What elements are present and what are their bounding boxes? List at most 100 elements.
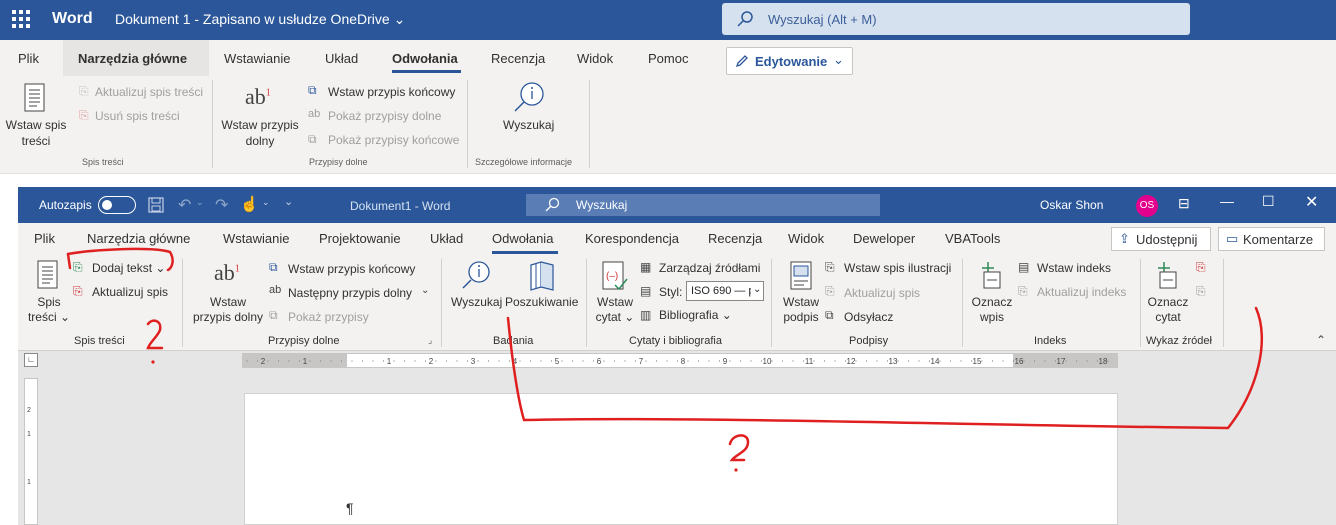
toc-button[interactable]: Spis treści ⌄ <box>23 295 75 325</box>
tab-layout[interactable]: Układ <box>430 231 463 246</box>
insert-tof-button[interactable]: Wstaw spis ilustracji <box>844 261 951 275</box>
tab-layout[interactable]: Układ <box>325 51 358 66</box>
tab-review[interactable]: Recenzja <box>708 231 762 246</box>
add-text-button[interactable]: Dodaj tekst ⌄ <box>92 261 165 275</box>
insert-toa-icon[interactable]: ⎘ <box>1196 260 1206 275</box>
collapse-ribbon-icon[interactable]: ⌃ <box>1316 333 1326 347</box>
app-launcher-icon[interactable] <box>12 10 30 28</box>
insert-footnote-button[interactable]: Wstaw przypis dolny <box>190 295 266 325</box>
bibliography-button[interactable]: Bibliografia ⌄ <box>659 308 732 322</box>
group-separator <box>771 259 772 347</box>
mark-citation-icon <box>1158 262 1177 289</box>
tab-home[interactable]: Narzędzia główne <box>87 231 190 246</box>
insert-endnote-button[interactable]: Wstaw przypis końcowy <box>328 85 455 99</box>
share-icon: ⇪ <box>1119 231 1130 246</box>
next-footnote-icon: ab <box>269 284 282 296</box>
next-footnote-button[interactable]: Następny przypis dolny <box>288 286 412 300</box>
mark-citation-label-2: cytat <box>1155 310 1181 324</box>
comments-button[interactable]: ▭ Komentarze <box>1218 227 1325 251</box>
insert-footnote-button[interactable]: Wstaw przypis dolny <box>218 117 302 149</box>
chevron-down-icon[interactable]: ⌄ <box>196 197 204 208</box>
comment-icon: ▭ <box>1226 231 1239 246</box>
mark-citation-label-1: Oznacz <box>1147 295 1189 309</box>
endnote-icon: ⧉ <box>308 83 317 97</box>
tab-review[interactable]: Recenzja <box>491 51 545 66</box>
show-notes-icon: ⧉ <box>269 308 278 322</box>
chevron-down-icon[interactable]: ⌄ <box>421 285 429 296</box>
maximize-icon[interactable]: ☐ <box>1262 193 1275 210</box>
chevron-down-icon[interactable]: ⌄ <box>262 197 270 208</box>
researcher-button[interactable]: Poszukiwanie <box>505 295 578 309</box>
touch-mode-icon[interactable]: ☝ <box>240 195 259 213</box>
update-index-button[interactable]: Aktualizuj indeks <box>1037 285 1126 299</box>
tab-references[interactable]: Odwołania <box>492 231 553 246</box>
tab-developer[interactable]: Deweloper <box>853 231 915 246</box>
desktop-title-bar: Autozapis ↶ ⌄ ↷ ☝ ⌄ ⌄ Dokument1 - Word W… <box>18 187 1336 223</box>
update-toc-button[interactable]: Aktualizuj spis <box>92 285 168 299</box>
tab-view[interactable]: Widok <box>788 231 824 246</box>
desktop-search-box[interactable]: Wyszukaj <box>526 194 880 216</box>
ruler-number: 15 <box>973 357 982 366</box>
mark-entry-button[interactable]: Oznacz wpis <box>970 295 1014 325</box>
insert-caption-button[interactable]: Wstaw podpis <box>778 295 824 325</box>
tab-mailings[interactable]: Korespondencja <box>585 231 679 246</box>
chevron-down-icon: ⌄ <box>393 11 406 27</box>
tab-selector-icon[interactable]: ∟ <box>24 353 38 367</box>
citation-style-select[interactable]: ISO 690 — p ⌄ <box>686 281 764 301</box>
tab-file[interactable]: Plik <box>18 51 39 66</box>
table-of-contents-icon <box>37 260 58 289</box>
research-search-button[interactable]: Wyszukaj <box>451 295 502 309</box>
show-footnotes-button[interactable]: Pokaż przypisy dolne <box>328 109 441 123</box>
insert-toc-button[interactable]: Wstaw spis treści <box>2 117 70 149</box>
show-endnotes-button[interactable]: Pokaż przypisy końcowe <box>328 133 459 147</box>
mark-citation-button[interactable]: Oznacz cytat <box>1146 295 1190 325</box>
ruler-number: 14 <box>931 357 940 366</box>
insert-index-button[interactable]: Wstaw indeks <box>1037 261 1111 275</box>
insert-endnote-button[interactable]: Wstaw przypis końcowy <box>288 262 415 276</box>
share-button[interactable]: ⇪ Udostępnij <box>1111 227 1211 251</box>
manage-sources-button[interactable]: Zarządzaj źródłami <box>659 261 760 275</box>
editing-mode-button[interactable]: Edytowanie ⌄ <box>726 47 853 75</box>
tab-view[interactable]: Widok <box>577 51 613 66</box>
tab-help[interactable]: Pomoc <box>648 51 688 66</box>
tab-file[interactable]: Plik <box>34 231 55 246</box>
user-name[interactable]: Oskar Shon <box>1040 198 1103 212</box>
cross-reference-button[interactable]: Odsyłacz <box>844 310 893 324</box>
remove-toc-button[interactable]: Usuń spis treści <box>95 109 180 123</box>
autosave-toggle[interactable] <box>98 196 136 214</box>
document-page[interactable] <box>244 393 1118 525</box>
app-name[interactable]: Word <box>52 10 93 28</box>
ruler-number: 3 <box>471 357 476 366</box>
tab-insert[interactable]: Wstawianie <box>223 231 289 246</box>
tab-insert[interactable]: Wstawianie <box>224 51 290 66</box>
show-notes-button[interactable]: Pokaż przypisy <box>288 310 369 324</box>
vertical-ruler[interactable]: 2 1 1 <box>24 378 38 525</box>
ruler-number: 1 <box>303 357 308 366</box>
ribbon-display-options-icon[interactable]: ⊟ <box>1178 195 1190 212</box>
update-tof-button[interactable]: Aktualizuj spis <box>844 286 920 300</box>
update-toc-button[interactable]: Aktualizuj spis treści <box>95 85 203 99</box>
toc-label-2: treści <box>27 310 57 324</box>
tab-home[interactable]: Narzędzia główne <box>78 51 187 66</box>
document-title[interactable]: Dokument 1 - Zapisano w usłudze OneDrive… <box>115 11 405 28</box>
web-title-bar: Word Dokument 1 - Zapisano w usłudze One… <box>0 0 1336 40</box>
minimize-icon[interactable]: — <box>1220 193 1234 209</box>
horizontal-ruler[interactable]: 2 1 1 2 3 4 5 6 7 8 9 10 11 12 13 14 15 16 17 18 <box>242 353 1118 368</box>
redo-icon[interactable]: ↷ <box>215 195 228 215</box>
customize-qat-icon[interactable]: ⌄ <box>284 195 293 208</box>
style-icon: ▤ <box>640 284 652 298</box>
tab-references[interactable]: Odwołania <box>392 51 458 66</box>
cross-reference-icon: ⧉ <box>825 308 834 322</box>
undo-icon[interactable]: ↶ <box>178 195 191 215</box>
tab-vbatools[interactable]: VBATools <box>945 231 1000 246</box>
avatar[interactable]: OS <box>1136 195 1158 217</box>
close-icon[interactable]: ✕ <box>1305 192 1318 212</box>
research-search-button[interactable]: Wyszukaj <box>503 118 554 132</box>
update-toa-icon[interactable]: ⎘ <box>1196 284 1206 299</box>
tab-design[interactable]: Projektowanie <box>319 231 401 246</box>
insert-citation-button[interactable]: Wstaw cytat ⌄ <box>592 295 638 325</box>
search-box[interactable]: Wyszukaj (Alt + M) <box>722 3 1190 35</box>
table-of-contents-icon <box>24 83 45 112</box>
dialog-launcher-icon[interactable]: ⌟ <box>428 335 432 346</box>
save-icon[interactable] <box>148 197 164 213</box>
